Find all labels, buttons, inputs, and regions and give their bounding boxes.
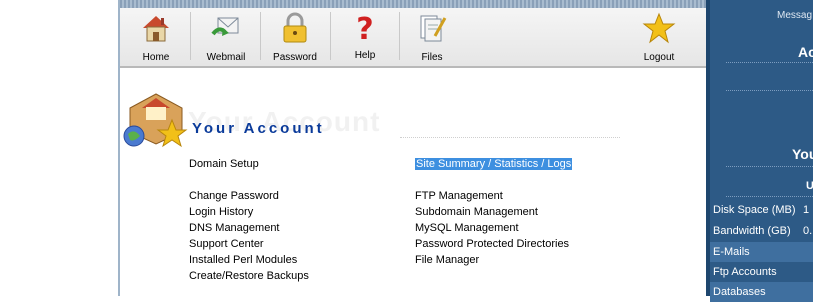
login-history-link[interactable]: Login History bbox=[189, 206, 253, 218]
databases-label: Databases bbox=[713, 286, 766, 298]
question-icon: ? bbox=[356, 12, 373, 44]
toolbar-top-strip bbox=[120, 0, 706, 8]
disk-space-row: Disk Space (MB) 1 bbox=[710, 200, 813, 220]
toolbar-divider bbox=[399, 12, 400, 60]
ftp-accounts-label: Ftp Accounts bbox=[713, 266, 777, 278]
account-box-icon bbox=[123, 93, 188, 148]
support-center-link[interactable]: Support Center bbox=[189, 238, 264, 250]
perl-modules-link[interactable]: Installed Perl Modules bbox=[189, 254, 297, 266]
logout-button[interactable]: Logout bbox=[634, 10, 684, 64]
toolbar-divider bbox=[260, 12, 261, 60]
svg-text:?: ? bbox=[356, 12, 373, 44]
panel-divider bbox=[726, 62, 813, 63]
home-label: Home bbox=[142, 52, 170, 63]
toolbar-divider bbox=[190, 12, 191, 60]
domain-setup-link[interactable]: Domain Setup bbox=[189, 158, 259, 170]
ftp-management-link[interactable]: FTP Management bbox=[415, 190, 503, 202]
page-title: Your Account bbox=[192, 120, 325, 137]
bandwidth-label: Bandwidth (GB) bbox=[713, 225, 791, 237]
change-password-link[interactable]: Change Password bbox=[189, 190, 279, 202]
ftp-accounts-row: Ftp Accounts bbox=[710, 262, 813, 282]
webmail-button[interactable]: Webmail bbox=[198, 10, 254, 64]
subdomain-management-link[interactable]: Subdomain Management bbox=[415, 206, 538, 218]
star-icon bbox=[642, 12, 676, 44]
files-button[interactable]: Files bbox=[407, 10, 457, 64]
logout-label: Logout bbox=[643, 52, 675, 63]
home-button[interactable]: Home bbox=[131, 10, 181, 64]
file-manager-link[interactable]: File Manager bbox=[415, 254, 479, 266]
messages-label: Messag bbox=[777, 10, 813, 21]
home-icon bbox=[143, 16, 169, 42]
bandwidth-value: 0. bbox=[803, 225, 813, 237]
backups-link[interactable]: Create/Restore Backups bbox=[189, 270, 309, 282]
password-button[interactable]: Password bbox=[266, 10, 324, 64]
files-label: Files bbox=[421, 52, 443, 63]
panel-heading-your: You bbox=[792, 146, 813, 162]
emails-row: E-Mails bbox=[710, 242, 813, 262]
help-button[interactable]: ? Help bbox=[340, 10, 390, 64]
files-icon bbox=[420, 15, 447, 42]
password-label: Password bbox=[273, 52, 317, 63]
panel-heading-usage: U bbox=[806, 180, 813, 192]
panel-heading-account: Ac bbox=[798, 44, 813, 60]
bandwidth-row: Bandwidth (GB) 0. bbox=[710, 221, 813, 241]
webmail-icon bbox=[211, 17, 239, 36]
disk-space-value: 1 bbox=[803, 204, 810, 216]
help-label: Help bbox=[354, 50, 376, 61]
emails-label: E-Mails bbox=[713, 246, 750, 258]
disk-space-label: Disk Space (MB) bbox=[713, 204, 796, 216]
panel-divider bbox=[726, 196, 813, 197]
dns-management-link[interactable]: DNS Management bbox=[189, 222, 280, 234]
title-divider bbox=[400, 137, 620, 138]
webmail-label: Webmail bbox=[206, 52, 246, 63]
panel-divider bbox=[726, 90, 813, 91]
site-summary-link[interactable]: Site Summary / Statistics / Logs bbox=[415, 158, 573, 170]
databases-row: Databases bbox=[710, 282, 813, 302]
mysql-management-link[interactable]: MySQL Management bbox=[415, 222, 519, 234]
toolbar-divider bbox=[330, 12, 331, 60]
protected-directories-link[interactable]: Password Protected Directories bbox=[415, 238, 569, 250]
lock-icon bbox=[283, 12, 307, 43]
panel-divider bbox=[726, 166, 813, 167]
